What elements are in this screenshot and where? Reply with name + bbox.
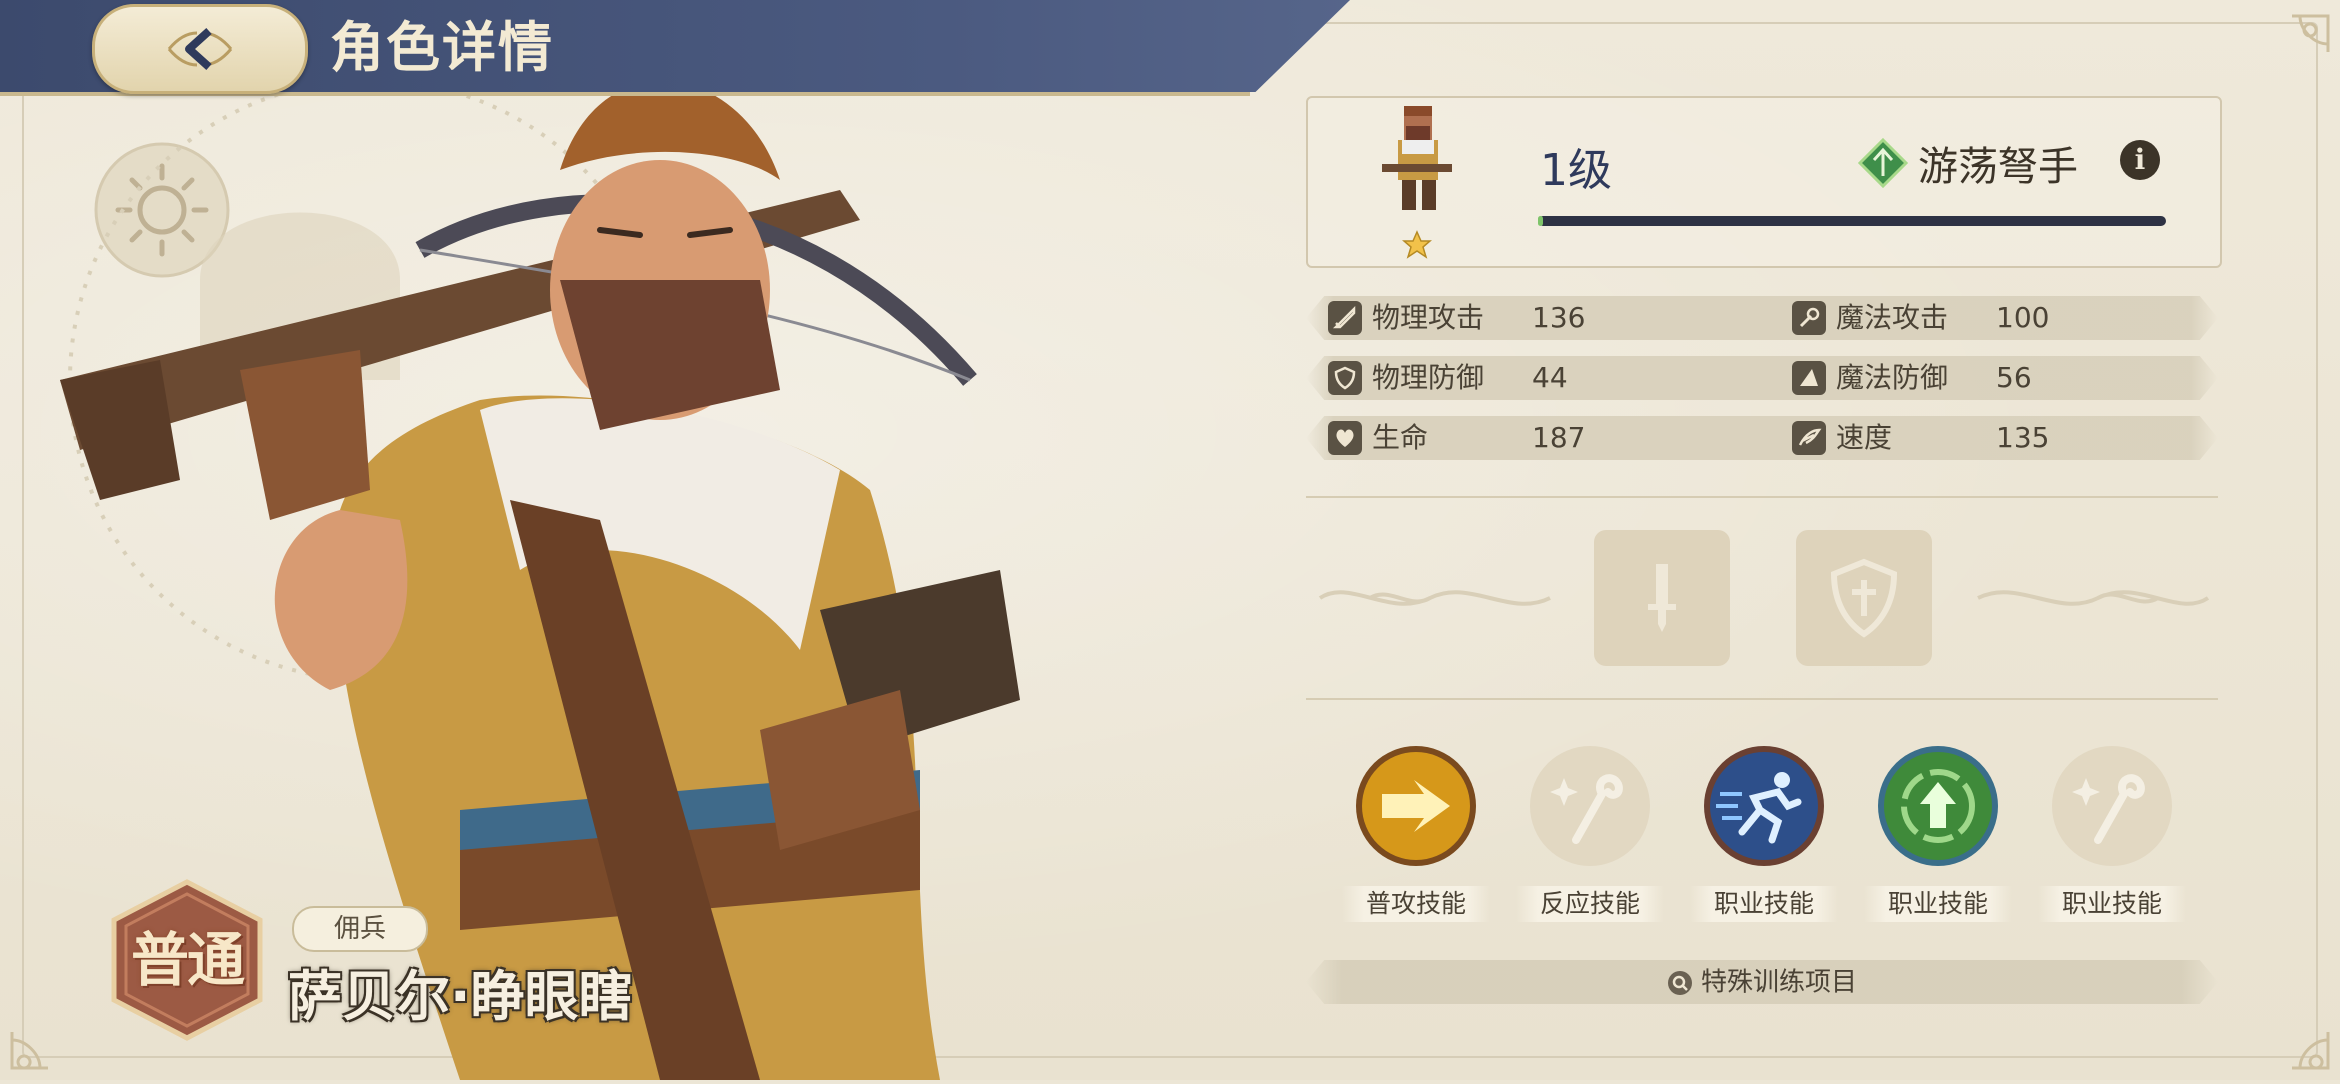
skill-label: 职业技能 bbox=[1690, 886, 1838, 922]
xp-bar-fill bbox=[1538, 216, 1544, 226]
wand-icon bbox=[1792, 301, 1826, 335]
level-label: 1级 bbox=[1540, 145, 1612, 196]
stat-magic-attack: 魔法攻击 bbox=[1792, 296, 1948, 340]
back-arrow-icon bbox=[167, 28, 233, 70]
page-title: 角色详情 bbox=[330, 16, 554, 79]
skill-label: 反应技能 bbox=[1516, 886, 1664, 922]
stat-hp: 生命 bbox=[1328, 416, 1428, 460]
skill-reaction[interactable] bbox=[1528, 744, 1652, 868]
skill-label: 职业技能 bbox=[2038, 886, 2186, 922]
stat-speed: 速度 bbox=[1792, 416, 1892, 460]
sprint-icon bbox=[1704, 746, 1824, 866]
divider bbox=[1306, 496, 2218, 498]
stat-label: 魔法攻击 bbox=[1836, 301, 1949, 334]
sword-slot-icon bbox=[1648, 564, 1676, 632]
ornament-right bbox=[1968, 578, 2218, 618]
stat-label: 魔法防御 bbox=[1836, 361, 1949, 394]
stat-physical-defense: 物理防御 bbox=[1328, 356, 1484, 400]
character-sprite bbox=[1368, 104, 1468, 222]
level-card: 1级 游荡弩手 i bbox=[1306, 96, 2222, 268]
skill-class-1[interactable] bbox=[1702, 744, 1826, 868]
special-training-button[interactable]: 特殊训练项目 bbox=[1306, 960, 2218, 1004]
wing-icon bbox=[1792, 421, 1826, 455]
heart-icon bbox=[1328, 421, 1362, 455]
stat-label: 速度 bbox=[1836, 421, 1893, 454]
rarity-label: 普通 bbox=[130, 926, 245, 994]
skill-basic-attack[interactable] bbox=[1354, 744, 1478, 868]
stat-row-2: 物理防御 44 魔法防御 56 bbox=[1306, 356, 2218, 400]
magic-staff-icon bbox=[1530, 746, 1650, 866]
divider bbox=[1306, 698, 2218, 700]
back-button[interactable] bbox=[92, 4, 308, 94]
class-gem-icon bbox=[1858, 138, 1908, 188]
role-tag: 佣兵 bbox=[292, 906, 428, 952]
double-arrow-icon bbox=[1356, 746, 1476, 866]
skill-class-2[interactable] bbox=[1876, 744, 2000, 868]
wizard-hat-icon bbox=[1792, 361, 1826, 395]
corner-ornament-bottom-right bbox=[2286, 1026, 2334, 1074]
skill-label: 普攻技能 bbox=[1342, 886, 1490, 922]
class-name: 游荡弩手 bbox=[1918, 144, 2078, 190]
stat-physical-attack: 物理攻击 bbox=[1328, 296, 1484, 340]
stat-value: 56 bbox=[1996, 361, 2032, 394]
skill-label: 职业技能 bbox=[1864, 886, 2012, 922]
rarity-badge: 普通 bbox=[108, 878, 266, 1042]
equipment-slot-weapon[interactable] bbox=[1594, 530, 1730, 666]
stat-value: 135 bbox=[1996, 421, 2050, 454]
stat-row-3: 生命 187 速度 135 bbox=[1306, 416, 2218, 460]
info-icon[interactable]: i bbox=[2120, 140, 2160, 180]
up-arrow-icon bbox=[1878, 746, 1998, 866]
stat-label: 生命 bbox=[1372, 421, 1429, 454]
magic-staff-icon bbox=[2052, 746, 2172, 866]
search-icon bbox=[1667, 970, 1692, 995]
star-icon bbox=[1402, 230, 1432, 259]
character-name: 萨贝尔·睁眼瞎 bbox=[288, 965, 633, 1028]
equipment-slot-armor[interactable] bbox=[1796, 530, 1932, 666]
ornament-left bbox=[1310, 578, 1560, 618]
stat-value: 187 bbox=[1532, 421, 1586, 454]
xp-bar bbox=[1538, 216, 2166, 226]
stat-label: 物理攻击 bbox=[1372, 301, 1485, 334]
sword-icon bbox=[1328, 301, 1362, 335]
stat-magic-defense: 魔法防御 bbox=[1792, 356, 1948, 400]
skill-class-3[interactable] bbox=[2050, 744, 2174, 868]
shield-icon bbox=[1328, 361, 1362, 395]
stat-value: 100 bbox=[1996, 301, 2050, 334]
corner-ornament-top-right bbox=[2286, 10, 2334, 58]
special-training-label: 特殊训练项目 bbox=[1700, 967, 1857, 998]
shield-slot-icon bbox=[1830, 558, 1898, 638]
stat-row-1: 物理攻击 136 魔法攻击 100 bbox=[1306, 296, 2218, 340]
stat-value: 136 bbox=[1532, 301, 1586, 334]
stat-value: 44 bbox=[1532, 361, 1568, 394]
stat-label: 物理防御 bbox=[1372, 361, 1485, 394]
